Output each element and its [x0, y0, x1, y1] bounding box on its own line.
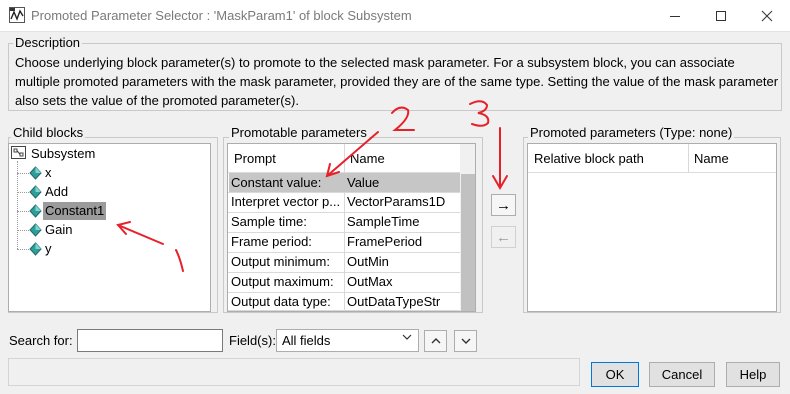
window-title: Promoted Parameter Selector : 'MaskParam… — [31, 8, 412, 23]
simulink-icon — [9, 7, 25, 23]
column-header-name[interactable]: Name — [688, 144, 776, 173]
promotable-table[interactable]: Prompt Name Constant value: Value Interp… — [227, 143, 476, 312]
maximize-button[interactable] — [698, 0, 744, 31]
table-cell-name[interactable]: OutDataTypeStr — [344, 292, 460, 311]
search-previous-button[interactable] — [424, 330, 447, 352]
chevron-down-icon — [461, 338, 470, 344]
search-label: Search for: — [9, 333, 73, 348]
child-blocks-tree[interactable]: Subsystem x Add Constant1 Gain y — [8, 143, 211, 312]
promoted-title: Promoted parameters (Type: none) — [528, 125, 735, 140]
table-cell-prompt[interactable]: Frame period: — [228, 232, 344, 252]
help-button[interactable]: Help — [726, 362, 780, 387]
status-panel — [8, 358, 580, 386]
promotable-title: Promotable parameters — [229, 125, 369, 140]
tree-label-selected: Constant1 — [43, 202, 107, 220]
block-diamond-icon — [29, 166, 42, 183]
table-cell-name[interactable]: FramePeriod — [344, 232, 460, 252]
table-cell-prompt[interactable]: Output minimum: — [228, 252, 344, 272]
tree-label: Add — [45, 184, 69, 199]
remove-promoted-button[interactable]: ← — [491, 226, 516, 248]
block-diamond-icon — [29, 242, 42, 259]
table-cell-prompt[interactable]: Output maximum: — [228, 272, 344, 292]
tree-label: Gain — [45, 222, 73, 237]
child-blocks-title: Child blocks — [11, 125, 86, 140]
scrollbar-thumb[interactable] — [461, 174, 475, 311]
table-cell-name[interactable]: VectorParams1D — [344, 192, 460, 212]
column-header-name[interactable]: Name — [344, 144, 460, 173]
table-cell-name[interactable]: SampleTime — [344, 212, 460, 232]
table-cell-prompt[interactable]: Constant value: — [228, 173, 344, 193]
chevron-up-icon — [431, 338, 440, 344]
block-diamond-icon — [29, 185, 42, 202]
table-cell-name[interactable]: Value — [344, 173, 460, 193]
search-input[interactable] — [77, 329, 223, 352]
tree-label: y — [45, 241, 52, 256]
block-diamond-icon — [29, 204, 42, 221]
table-cell-prompt[interactable]: Interpret vector p... — [228, 192, 344, 212]
table-cell-prompt[interactable]: Sample time: — [228, 212, 344, 232]
column-header-prompt[interactable]: Prompt — [228, 144, 344, 173]
column-header-relative-path[interactable]: Relative block path — [528, 144, 688, 173]
ok-button[interactable]: OK — [591, 362, 639, 387]
add-promoted-button[interactable]: → — [491, 194, 516, 216]
table-cell-prompt[interactable]: Output data type: — [228, 292, 344, 311]
description-text: Choose underlying block parameter(s) to … — [15, 55, 779, 108]
tree-label: Subsystem — [31, 146, 96, 161]
minimize-button[interactable] — [652, 0, 698, 31]
fields-label: Field(s): — [229, 333, 276, 348]
search-next-button[interactable] — [454, 330, 477, 352]
block-diamond-icon — [29, 223, 42, 240]
close-button[interactable] — [744, 0, 790, 31]
chevron-down-icon — [401, 331, 413, 346]
table-cell-name[interactable]: OutMin — [344, 252, 460, 272]
cancel-button[interactable]: Cancel — [649, 362, 715, 387]
tree-label: x — [45, 165, 52, 180]
table-cell-name[interactable]: OutMax — [344, 272, 460, 292]
fields-dropdown-value: All fields — [282, 333, 331, 348]
subsystem-icon — [11, 146, 26, 162]
promoted-table[interactable]: Relative block path Name — [527, 143, 777, 312]
description-title: Description — [13, 35, 83, 50]
